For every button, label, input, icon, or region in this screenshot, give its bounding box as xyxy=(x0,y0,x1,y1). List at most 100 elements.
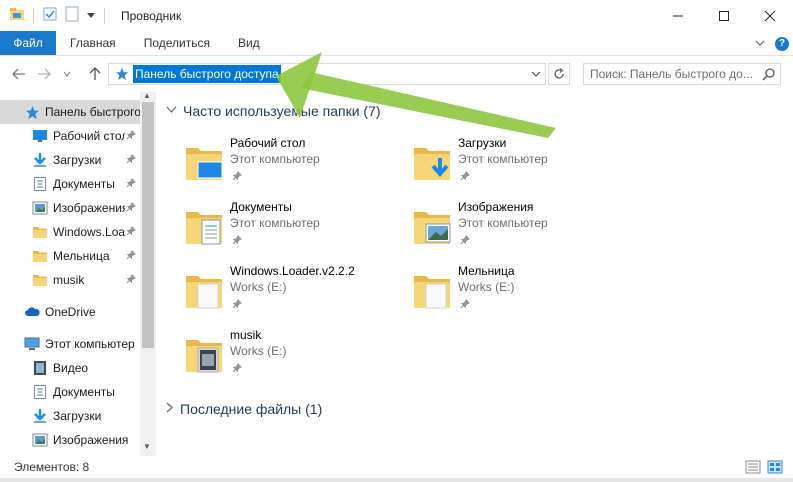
expand-chevron-icon[interactable] xyxy=(166,402,174,416)
sidebar-item-desktop[interactable]: Рабочий стол xyxy=(0,124,140,148)
folder-icon xyxy=(32,272,48,288)
sidebar-item-label: Видео xyxy=(53,361,89,375)
documents-icon xyxy=(32,384,48,400)
minimize-button[interactable] xyxy=(655,0,701,31)
folder-tile-pictures[interactable]: Изображения Этот компьютер xyxy=(388,200,598,256)
help-icon[interactable]: ? xyxy=(775,36,789,51)
recent-locations-chevron-icon[interactable] xyxy=(60,63,74,85)
window-controls xyxy=(655,0,793,31)
tab-home[interactable]: Главная xyxy=(56,31,130,55)
sidebar-item-label: OneDrive xyxy=(45,305,96,319)
scroll-up-icon[interactable]: ▲ xyxy=(143,92,151,100)
ribbon-tabs: Файл Главная Поделиться Вид ? xyxy=(0,31,793,56)
new-folder-icon[interactable] xyxy=(64,6,80,25)
pin-icon xyxy=(126,177,136,191)
back-button[interactable] xyxy=(8,63,30,85)
pictures-icon xyxy=(32,432,48,448)
folder-location: Works (E:) xyxy=(458,280,515,294)
sidebar-item-musik[interactable]: musik xyxy=(0,268,140,292)
maximize-button[interactable] xyxy=(701,0,747,31)
folder-location: Works (E:) xyxy=(230,280,287,294)
frequent-folders-header[interactable]: Часто используемые папки (7) xyxy=(166,100,381,122)
pin-icon xyxy=(460,170,470,184)
search-icon[interactable] xyxy=(762,67,776,84)
music-folder-icon xyxy=(184,332,224,373)
folder-tile-windows-loader[interactable]: Windows.Loader.v2.2.2 Works (E:) xyxy=(160,264,370,320)
item-count: Элементов: 8 xyxy=(14,460,90,474)
toolbar-divider xyxy=(104,7,105,24)
sidebar-item-label: Мельница xyxy=(53,249,110,263)
download-icon xyxy=(32,152,48,168)
folder-tile-desktop[interactable]: Рабочий стол Этот компьютер xyxy=(160,136,370,192)
sidebar-item-label: Загрузки xyxy=(53,409,102,423)
pictures-folder-icon xyxy=(412,204,451,248)
search-placeholder[interactable]: Поиск: Панель быстрого до... xyxy=(590,67,755,81)
tab-share[interactable]: Поделиться xyxy=(130,31,224,55)
sidebar-item-downloads[interactable]: Загрузки xyxy=(0,148,140,172)
folder-tile-documents[interactable]: Документы Этот компьютер xyxy=(160,200,370,256)
toolbar-divider xyxy=(33,7,34,24)
sidebar-item-label: Этот компьютер xyxy=(45,337,135,351)
folder-location: Этот компьютер xyxy=(458,216,548,230)
navigation-bar: Панель быстрого доступа Поиск: Панель бы… xyxy=(0,56,793,92)
sidebar-item-label: musik xyxy=(53,273,85,287)
pin-icon xyxy=(126,201,136,215)
sidebar-item-pc-pictures[interactable]: Изображения xyxy=(0,428,140,452)
sidebar-item-windows-loader[interactable]: Windows.Loader.v2.2.2 xyxy=(0,220,140,244)
video-icon xyxy=(32,360,48,376)
address-bar[interactable]: Панель быстрого доступа xyxy=(108,63,546,85)
expand-ribbon-icon[interactable] xyxy=(755,37,765,51)
desktop-icon xyxy=(32,128,48,144)
close-button[interactable] xyxy=(747,0,793,31)
sidebar-item-melnitsa[interactable]: Мельница xyxy=(0,244,140,268)
address-path[interactable]: Панель быстрого доступа xyxy=(133,65,281,83)
refresh-button[interactable] xyxy=(548,63,570,85)
tab-view[interactable]: Вид xyxy=(224,31,274,55)
pin-icon xyxy=(126,273,136,287)
sidebar-item-documents[interactable]: Документы xyxy=(0,172,140,196)
collapse-chevron-icon[interactable] xyxy=(166,105,177,117)
pin-icon xyxy=(126,129,136,143)
sidebar-item-label: Документы xyxy=(53,385,115,399)
customize-toolbar-chevron-icon[interactable] xyxy=(86,9,96,23)
tab-file[interactable]: Файл xyxy=(0,31,56,55)
sidebar-item-this-pc[interactable]: Этот компьютер xyxy=(0,332,140,356)
large-icons-view-icon[interactable] xyxy=(767,460,783,477)
window-bottom-edge xyxy=(0,478,793,482)
group-title: Часто используемые папки (7) xyxy=(183,103,381,119)
folder-location: Works (E:) xyxy=(230,344,287,358)
forward-button[interactable] xyxy=(33,63,55,85)
sidebar-item-onedrive[interactable]: OneDrive xyxy=(0,300,140,324)
sidebar-item-quick-access[interactable]: Панель быстрого доступа xyxy=(0,100,140,124)
scrollbar-thumb[interactable] xyxy=(142,102,154,348)
folder-name: Загрузки xyxy=(458,136,507,150)
desktop-folder-icon xyxy=(184,140,223,184)
folder-tile-melnitsa[interactable]: Мельница Works (E:) xyxy=(388,264,598,320)
sidebar-item-video[interactable]: Видео xyxy=(0,356,140,380)
sidebar-scrollbar[interactable]: ▲ ▼ xyxy=(140,92,156,456)
up-button[interactable] xyxy=(84,63,106,85)
scroll-down-icon[interactable]: ▼ xyxy=(143,442,151,451)
documents-folder-icon xyxy=(184,204,224,245)
sidebar-item-pc-downloads[interactable]: Загрузки xyxy=(0,404,140,428)
sidebar-item-label: Изображения xyxy=(53,433,129,447)
navigation-pane: Панель быстрого доступа Рабочий стол Заг… xyxy=(0,92,156,456)
folder-icon xyxy=(32,224,48,240)
details-view-icon[interactable] xyxy=(745,460,761,477)
download-icon xyxy=(32,408,48,424)
pin-icon xyxy=(126,153,136,167)
title-bar: Проводник xyxy=(0,0,793,31)
cloud-icon xyxy=(24,304,40,320)
folder-tile-downloads[interactable]: Загрузки Этот компьютер xyxy=(388,136,598,192)
properties-icon[interactable] xyxy=(42,6,58,25)
recent-files-header[interactable]: Последние файлы (1) xyxy=(166,398,322,420)
address-dropdown-chevron-icon[interactable] xyxy=(527,64,545,84)
folder-tile-musik[interactable]: musik Works (E:) xyxy=(160,328,370,384)
pin-icon xyxy=(460,234,470,248)
group-title: Последние файлы (1) xyxy=(180,401,323,417)
search-box[interactable]: Поиск: Панель быстрого до... xyxy=(583,63,781,85)
sidebar-item-pictures[interactable]: Изображения xyxy=(0,196,140,220)
star-icon xyxy=(24,104,40,120)
downloads-folder-icon xyxy=(412,140,452,184)
sidebar-item-pc-documents[interactable]: Документы xyxy=(0,380,140,404)
